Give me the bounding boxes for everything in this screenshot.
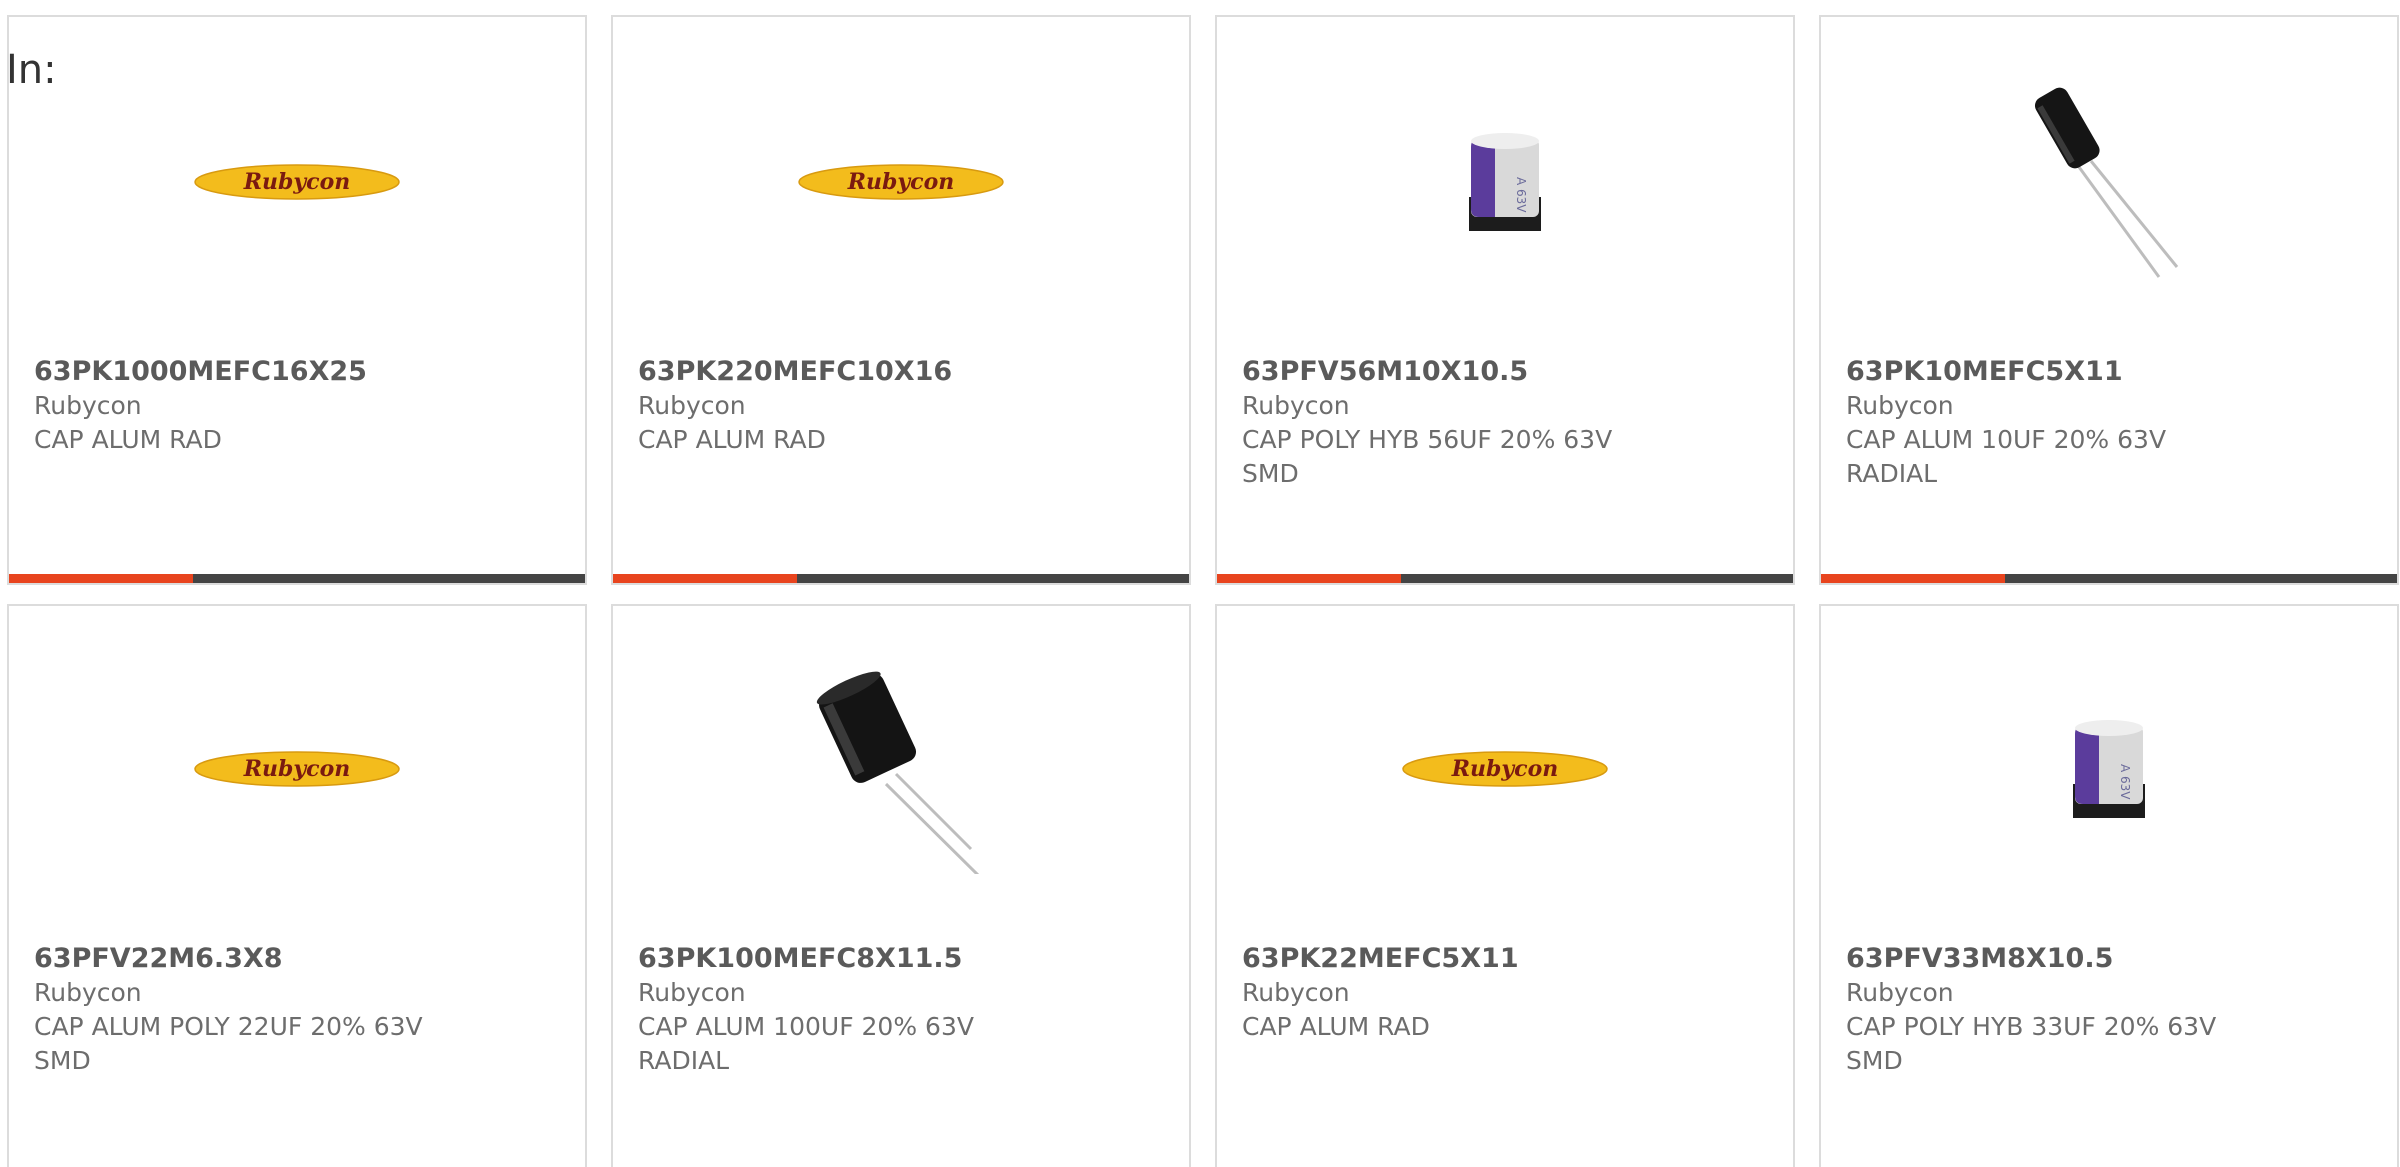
- product-image[interactable]: Rubycon: [1400, 664, 1610, 874]
- radial-capacitor-icon: [2034, 87, 2179, 278]
- manufacturer-name: Rubycon: [1846, 391, 1954, 420]
- product-description: CAP POLY HYB 56UF 20% 63V SMD: [1242, 425, 1613, 488]
- filter-in-label: In:: [6, 47, 57, 93]
- product-card[interactable]: Rubycon 63PK220MEFC10X16 Rubycon CAP ALU…: [611, 15, 1191, 585]
- smd-capacitor-icon: A 63V: [2073, 720, 2145, 818]
- manufacturer-name: Rubycon: [638, 391, 746, 420]
- product-description: CAP ALUM 10UF 20% 63V RADIAL: [1846, 425, 2167, 488]
- progress-bar: [1821, 574, 2397, 583]
- radial-capacitor-icon: [816, 671, 980, 874]
- manufacturer-name: Rubycon: [34, 978, 142, 1007]
- product-description: CAP POLY HYB 33UF 20% 63V SMD: [1846, 1012, 2217, 1075]
- product-image[interactable]: [2004, 77, 2214, 287]
- progress-bar: [1217, 574, 1793, 583]
- product-image[interactable]: Rubycon: [796, 77, 1006, 287]
- product-description: CAP ALUM RAD: [1242, 1012, 1430, 1041]
- product-card[interactable]: 63PK100MEFC8X11.5 Rubycon CAP ALUM 100UF…: [611, 604, 1191, 1167]
- product-image[interactable]: A 63V: [1400, 77, 1610, 287]
- manufacturer-name: Rubycon: [1242, 978, 1350, 1007]
- product-card[interactable]: Rubycon 63PFV22M6.3X8 Rubycon CAP ALUM P…: [7, 604, 587, 1167]
- svg-text:Rubycon: Rubycon: [1451, 756, 1559, 782]
- svg-text:A 63V: A 63V: [2118, 764, 2132, 800]
- part-number-link[interactable]: 63PFV33M8X10.5: [1846, 942, 2377, 976]
- product-card[interactable]: Rubycon 63PK1000MEFC16X25 Rubycon CAP AL…: [7, 15, 587, 585]
- product-description: CAP ALUM RAD: [638, 425, 826, 454]
- part-number-link[interactable]: 63PFV22M6.3X8: [34, 942, 565, 976]
- manufacturer-name: Rubycon: [34, 391, 142, 420]
- rubycon-logo-icon: Rubycon: [1402, 751, 1608, 787]
- svg-text:A 63V: A 63V: [1514, 177, 1528, 213]
- progress-bar-fill: [1217, 574, 1402, 583]
- rubycon-logo-icon: Rubycon: [194, 751, 400, 787]
- manufacturer-name: Rubycon: [638, 978, 746, 1007]
- product-description: CAP ALUM POLY 22UF 20% 63V SMD: [34, 1012, 423, 1075]
- svg-text:Rubycon: Rubycon: [847, 169, 955, 195]
- smd-capacitor-icon: A 63V: [1469, 133, 1541, 231]
- product-card[interactable]: A 63V 63PFV56M10X10.5 Rubycon CAP POLY H…: [1215, 15, 1795, 585]
- part-number-link[interactable]: 63PK1000MEFC16X25: [34, 355, 565, 389]
- product-image[interactable]: [796, 664, 1006, 874]
- product-image[interactable]: Rubycon: [192, 664, 402, 874]
- product-image[interactable]: Rubycon: [192, 77, 402, 287]
- progress-bar-fill: [1821, 574, 2006, 583]
- product-card[interactable]: 63PK10MEFC5X11 Rubycon CAP ALUM 10UF 20%…: [1819, 15, 2399, 585]
- progress-bar: [613, 574, 1189, 583]
- rubycon-logo-icon: Rubycon: [798, 164, 1004, 200]
- part-number-link[interactable]: 63PK220MEFC10X16: [638, 355, 1169, 389]
- manufacturer-name: Rubycon: [1846, 978, 1954, 1007]
- part-number-link[interactable]: 63PFV56M10X10.5: [1242, 355, 1773, 389]
- part-number-link[interactable]: 63PK10MEFC5X11: [1846, 355, 2377, 389]
- svg-text:Rubycon: Rubycon: [243, 756, 351, 782]
- part-number-link[interactable]: 63PK100MEFC8X11.5: [638, 942, 1169, 976]
- progress-bar-fill: [613, 574, 798, 583]
- manufacturer-name: Rubycon: [1242, 391, 1350, 420]
- rubycon-logo-icon: Rubycon: [194, 164, 400, 200]
- product-card[interactable]: Rubycon 63PK22MEFC5X11 Rubycon CAP ALUM …: [1215, 604, 1795, 1167]
- svg-text:Rubycon: Rubycon: [243, 169, 351, 195]
- product-description: CAP ALUM 100UF 20% 63V RADIAL: [638, 1012, 974, 1075]
- part-number-link[interactable]: 63PK22MEFC5X11: [1242, 942, 1773, 976]
- progress-bar: [9, 574, 585, 583]
- product-description: CAP ALUM RAD: [34, 425, 222, 454]
- product-image[interactable]: A 63V: [2004, 664, 2214, 874]
- product-grid-page: In: Rubycon 63PK1000MEFC16X25 Rubycon CA…: [0, 0, 2400, 1167]
- progress-bar-fill: [9, 574, 194, 583]
- product-card[interactable]: A 63V 63PFV33M8X10.5 Rubycon CAP POLY HY…: [1819, 604, 2399, 1167]
